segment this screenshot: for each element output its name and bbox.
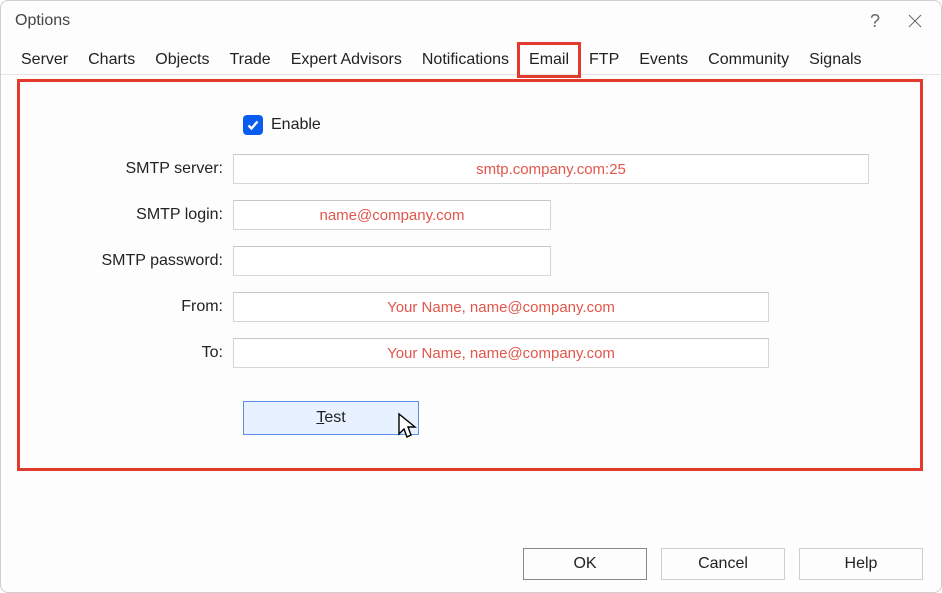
tab-notifications[interactable]: Notifications — [416, 45, 515, 74]
tab-ftp[interactable]: FTP — [583, 45, 625, 74]
smtp-login-input[interactable] — [233, 200, 551, 230]
titlebar: Options ? — [1, 1, 941, 41]
window-title: Options — [15, 12, 70, 30]
from-row: From: — [45, 291, 895, 323]
close-icon[interactable] — [895, 1, 935, 41]
to-label: To: — [45, 344, 233, 362]
smtp-server-row: SMTP server: — [45, 153, 895, 185]
smtp-password-input[interactable] — [233, 246, 551, 276]
tab-charts[interactable]: Charts — [82, 45, 141, 74]
tab-server[interactable]: Server — [15, 45, 74, 74]
enable-row: Enable — [243, 115, 895, 135]
enable-label: Enable — [271, 116, 321, 134]
smtp-password-row: SMTP password: — [45, 245, 895, 277]
email-panel: Enable SMTP server: SMTP login: SMTP pas… — [1, 75, 941, 592]
ok-button[interactable]: OK — [523, 548, 647, 580]
test-button[interactable]: Test — [243, 401, 419, 435]
from-label: From: — [45, 298, 233, 316]
help-icon[interactable]: ? — [855, 1, 895, 41]
help-button[interactable]: Help — [799, 548, 923, 580]
tab-objects[interactable]: Objects — [149, 45, 215, 74]
tab-signals[interactable]: Signals — [803, 45, 867, 74]
to-input[interactable] — [233, 338, 769, 368]
tab-community[interactable]: Community — [702, 45, 795, 74]
tab-events[interactable]: Events — [633, 45, 694, 74]
tab-email[interactable]: Email — [523, 45, 575, 74]
cancel-button[interactable]: Cancel — [661, 548, 785, 580]
smtp-login-label: SMTP login: — [45, 206, 233, 224]
tab-expert-advisors[interactable]: Expert Advisors — [285, 45, 408, 74]
smtp-server-label: SMTP server: — [45, 160, 233, 178]
from-input[interactable] — [233, 292, 769, 322]
smtp-password-label: SMTP password: — [45, 252, 233, 270]
options-dialog: Options ? Server Charts Objects Trade Ex… — [0, 0, 942, 593]
smtp-login-row: SMTP login: — [45, 199, 895, 231]
to-row: To: — [45, 337, 895, 369]
email-form: Enable SMTP server: SMTP login: SMTP pas… — [17, 79, 923, 471]
smtp-server-input[interactable] — [233, 154, 869, 184]
dialog-footer: OK Cancel Help — [523, 548, 923, 580]
enable-checkbox[interactable] — [243, 115, 263, 135]
tab-trade[interactable]: Trade — [224, 45, 277, 74]
tab-bar: Server Charts Objects Trade Expert Advis… — [1, 41, 941, 75]
